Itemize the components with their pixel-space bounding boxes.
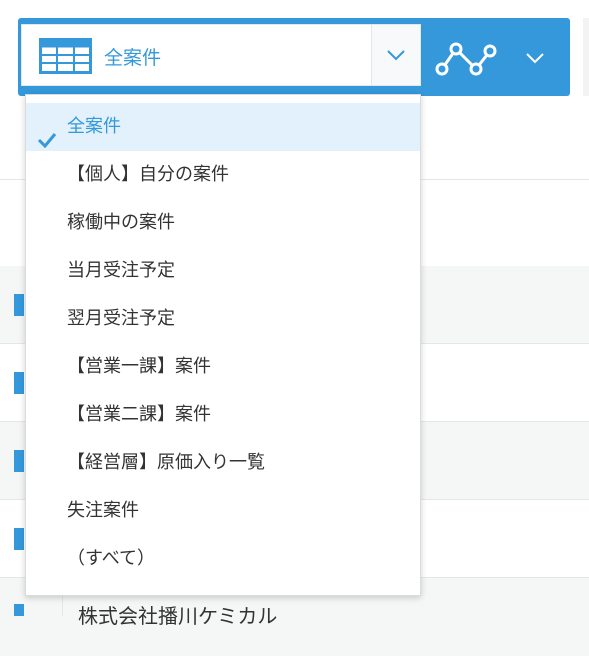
view-option-label: 【個人】自分の案件 [67,164,229,185]
current-view-label: 全案件 [104,47,162,69]
view-option[interactable]: （すべて） [26,535,420,583]
view-option-label: 全案件 [67,116,121,137]
toolbar-edge [583,18,589,96]
view-option[interactable]: 当月受注予定 [26,247,420,295]
view-option-label: （すべて） [67,548,156,569]
graph-button[interactable] [432,37,502,81]
view-option[interactable]: 【個人】自分の案件 [26,151,420,199]
view-dropdown-toggle[interactable] [371,25,420,85]
view-option[interactable]: 【経営層】原価入り一覧 [26,439,420,487]
graph-menu-chevron-icon[interactable] [522,48,548,68]
view-option-label: 稼働中の案件 [67,212,175,233]
record-detail-icon[interactable] [14,604,24,616]
line-graph-icon [435,42,497,76]
view-option[interactable]: 【営業一課】案件 [26,343,420,391]
view-option-label: 【営業一課】案件 [67,356,211,377]
record-detail-icon[interactable] [14,450,24,472]
view-option-label: 当月受注予定 [67,260,175,281]
view-option-label: 失注案件 [67,500,139,521]
record-detail-icon[interactable] [14,294,24,316]
record-detail-icon[interactable] [14,528,24,550]
view-option[interactable]: 全案件 [26,103,420,151]
view-selector[interactable]: 全案件 [21,24,421,86]
view-option-label: 【経営層】原価入り一覧 [67,452,265,473]
view-option[interactable]: 稼働中の案件 [26,199,420,247]
record-detail-icon[interactable] [14,372,24,394]
view-option-label: 【営業二課】案件 [67,404,211,425]
table-icon [39,38,92,78]
view-option[interactable]: 翌月受注予定 [26,295,420,343]
view-option-label: 翌月受注予定 [67,308,175,329]
view-dropdown-menu: 全案件【個人】自分の案件 稼働中の案件 当月受注予定 翌月受注予定【営業一課】案件 【営… [25,94,421,596]
record-company-name: 株式会社播川ケミカル [78,604,278,628]
chevron-down-icon [387,50,405,61]
view-option[interactable]: 失注案件 [26,487,420,535]
view-option[interactable]: 【営業二課】案件 [26,391,420,439]
